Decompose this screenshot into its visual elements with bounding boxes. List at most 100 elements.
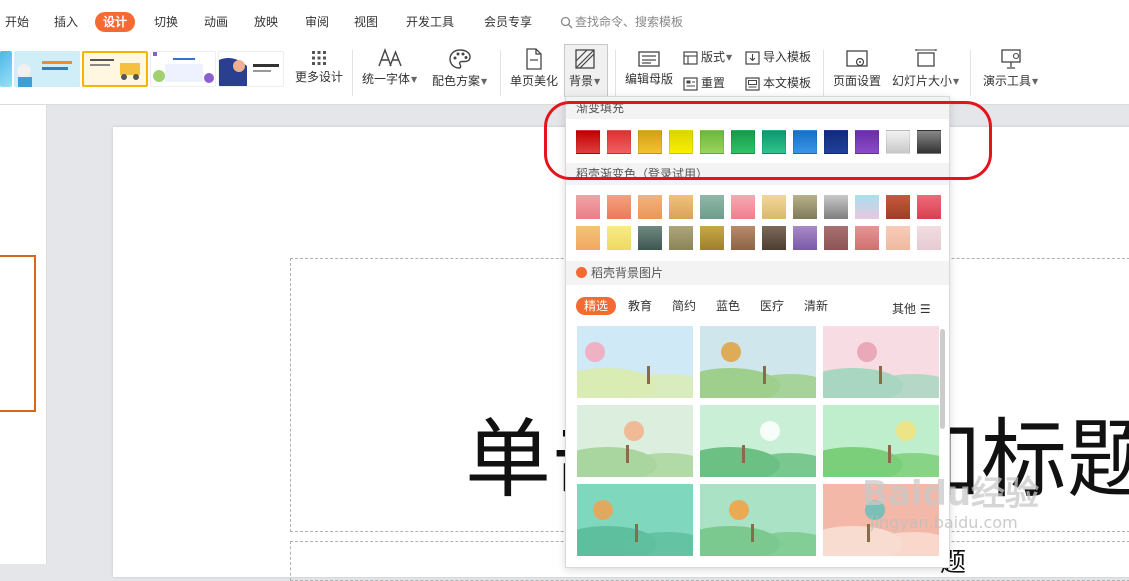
gradient-swatch-8[interactable] [793, 130, 817, 154]
gradient-swatch-9[interactable] [824, 130, 848, 154]
presentation-tools-button[interactable]: 演示工具▼ [983, 48, 1038, 89]
daoke-swatch-a-6[interactable] [731, 195, 755, 219]
slide-size-button[interactable]: 幻灯片大小▼ [892, 48, 959, 89]
gradient-swatch-12[interactable] [917, 130, 941, 154]
menu-animation[interactable]: 动画 [204, 14, 228, 30]
daoke-swatch-b-4[interactable] [669, 226, 693, 250]
this-template-label: 本文模板 [763, 76, 812, 90]
daoke-swatch-b-2[interactable] [607, 226, 631, 250]
daoke-swatch-a-12[interactable] [917, 195, 941, 219]
template-thumb-3[interactable] [82, 51, 148, 87]
grid-icon [312, 51, 326, 65]
this-template-button[interactable]: 本文模板 [745, 75, 811, 91]
gradient-swatch-4[interactable] [669, 130, 693, 154]
master-slide-icon [638, 51, 660, 67]
menu-lines-icon: ☰ [919, 302, 931, 316]
gradient-swatch-1[interactable] [576, 130, 600, 154]
gradient-swatch-10[interactable] [855, 130, 879, 154]
tab-blue[interactable]: 蓝色 [716, 297, 740, 315]
unify-font-button[interactable]: 统一字体▼ [362, 48, 417, 87]
gradient-swatch-7[interactable] [762, 130, 786, 154]
menu-start[interactable]: 开始 [5, 14, 29, 30]
menu-insert[interactable]: 插入 [54, 14, 78, 30]
menu-review[interactable]: 审阅 [305, 14, 329, 30]
dropdown-caret-icon: ▼ [1032, 77, 1039, 86]
tab-fresh[interactable]: 清新 [804, 297, 828, 315]
color-scheme-label: 配色方案 [432, 74, 481, 88]
presentation-tools-label: 演示工具 [983, 74, 1032, 88]
daoke-swatch-a-4[interactable] [669, 195, 693, 219]
ribbon-separator [352, 50, 353, 96]
single-page-beautify-button[interactable]: 单页美化 [510, 48, 558, 89]
daoke-swatch-b-11[interactable] [886, 226, 910, 250]
gradient-swatch-5[interactable] [700, 130, 724, 154]
daoke-swatch-b-5[interactable] [700, 226, 724, 250]
thumb-illustration [153, 52, 214, 83]
gradient-swatch-3[interactable] [638, 130, 662, 154]
layout-button[interactable]: 版式▼ [683, 49, 732, 66]
daoke-swatch-b-10[interactable] [855, 226, 879, 250]
color-scheme-button[interactable]: 配色方案▼ [432, 48, 487, 89]
menu-transition[interactable]: 切换 [154, 14, 178, 30]
layout-icon [683, 51, 698, 65]
menu-developer[interactable]: 开发工具 [406, 14, 454, 30]
gradient-swatch-11[interactable] [886, 130, 910, 154]
reset-button[interactable]: 重置 [683, 75, 725, 91]
edit-master-button[interactable]: 编辑母版 [625, 50, 673, 87]
daoke-swatch-a-5[interactable] [700, 195, 724, 219]
slide-thumbnail-panel[interactable] [0, 105, 47, 564]
menu-member[interactable]: 会员专享 [484, 14, 532, 30]
daoke-swatch-b-7[interactable] [762, 226, 786, 250]
template-icon [745, 77, 760, 91]
daoke-swatch-b-6[interactable] [731, 226, 755, 250]
tab-more[interactable]: 其他 ☰ [892, 300, 931, 318]
dropdown-caret-icon: ▼ [481, 77, 488, 86]
bg-image-header-label: 稻壳背景图片 [591, 266, 664, 280]
daoke-swatch-b-8[interactable] [793, 226, 817, 250]
daoke-swatch-b-1[interactable] [576, 226, 600, 250]
gradient-swatch-6[interactable] [731, 130, 755, 154]
bg-image-thumb-5[interactable] [700, 405, 816, 477]
page-setup-button[interactable]: 页面设置 [833, 48, 881, 89]
template-thumb-4[interactable] [150, 51, 216, 87]
background-button[interactable]: 背景▼ [569, 48, 600, 89]
template-thumb-2[interactable] [14, 51, 80, 87]
page-icon [526, 48, 542, 70]
daoke-swatch-b-12[interactable] [917, 226, 941, 250]
menu-design[interactable]: 设计 [95, 12, 136, 32]
daoke-swatch-a-11[interactable] [886, 195, 910, 219]
daoke-swatch-a-2[interactable] [607, 195, 631, 219]
template-thumb-5[interactable] [218, 51, 284, 87]
command-search[interactable]: 查找命令、搜索模板 [560, 14, 683, 30]
bg-image-thumb-4[interactable] [577, 405, 693, 477]
daoke-swatch-a-8[interactable] [793, 195, 817, 219]
daoke-swatch-a-9[interactable] [824, 195, 848, 219]
template-thumb-1[interactable] [0, 51, 12, 87]
menu-view[interactable]: 视图 [354, 14, 378, 30]
tab-medical[interactable]: 医疗 [760, 297, 784, 315]
menu-slideshow[interactable]: 放映 [254, 14, 278, 30]
more-design-button[interactable]: 更多设计 [295, 50, 343, 85]
bg-image-thumb-3[interactable] [823, 326, 939, 398]
palette-icon [448, 49, 471, 69]
ribbon-separator [970, 50, 971, 96]
bg-image-thumb-7[interactable] [577, 484, 693, 556]
gradient-swatch-2[interactable] [607, 130, 631, 154]
daoke-swatch-a-1[interactable] [576, 195, 600, 219]
thumb-illustration [219, 58, 279, 86]
dropdown-scrollbar[interactable] [940, 329, 945, 429]
bg-image-thumb-1[interactable] [577, 326, 693, 398]
daoke-swatch-a-3[interactable] [638, 195, 662, 219]
daoke-swatch-b-3[interactable] [638, 226, 662, 250]
tab-simple[interactable]: 简约 [672, 297, 696, 315]
bg-image-thumb-2[interactable] [700, 326, 816, 398]
bg-image-thumb-8[interactable] [700, 484, 816, 556]
daoke-swatch-a-7[interactable] [762, 195, 786, 219]
tab-featured[interactable]: 精选 [576, 297, 617, 315]
slide-thumbnail-1[interactable] [0, 255, 36, 412]
thumb-illustration [14, 51, 80, 87]
daoke-swatch-b-9[interactable] [824, 226, 848, 250]
daoke-swatch-a-10[interactable] [855, 195, 879, 219]
import-template-button[interactable]: 导入模板 [745, 49, 811, 65]
tab-education[interactable]: 教育 [628, 297, 652, 315]
